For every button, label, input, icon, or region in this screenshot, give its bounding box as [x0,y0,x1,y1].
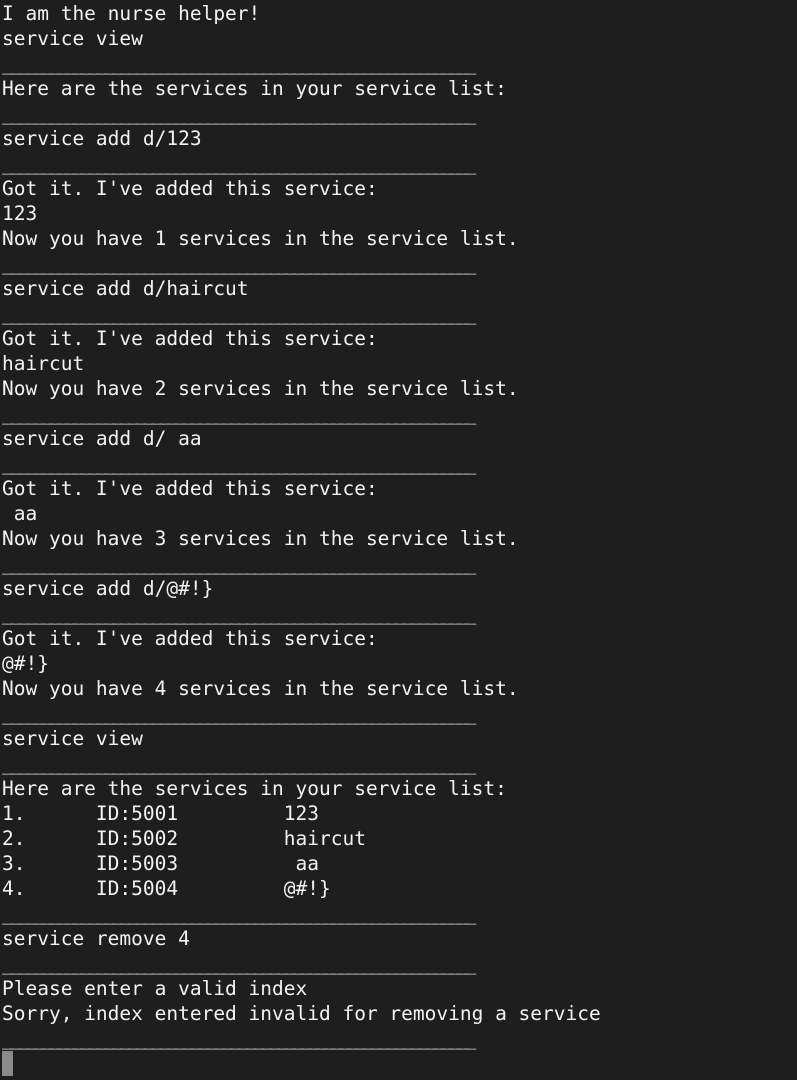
terminal-line: service add d/haircut [2,277,249,300]
separator-line: ________________________________________… [2,152,476,175]
separator-line: ________________________________________… [2,252,476,275]
terminal-output: I am the nurse helper! service view ______… [2,1,782,1076]
separator-line: ________________________________________… [2,902,476,925]
separator-line: ________________________________________… [2,952,476,975]
separator-line: ________________________________________… [2,52,476,75]
terminal-line: 3. ID:5003 aa [2,852,319,875]
terminal-line: 1. ID:5001 123 [2,802,319,825]
separator-line: ________________________________________… [2,452,476,475]
terminal-line: Got it. I've added this service: [2,177,378,200]
terminal-line: Sorry, index entered invalid for removin… [2,1002,601,1025]
terminal-line: Here are the services in your service li… [2,77,507,100]
separator-line: ________________________________________… [2,752,476,775]
terminal-line: Here are the services in your service li… [2,777,507,800]
terminal-line: Got it. I've added this service: [2,327,378,350]
separator-line: ________________________________________… [2,702,476,725]
terminal-line: Now you have 2 services in the service l… [2,377,519,400]
terminal-line: 123 [2,202,38,225]
terminal-line: service remove 4 [2,927,190,950]
terminal-line: Please enter a valid index [2,977,308,1000]
separator-line: ________________________________________… [2,1027,476,1050]
terminal-line: I am the nurse helper! [2,2,261,25]
terminal-line: service view [2,727,143,750]
text-cursor [2,1051,13,1076]
terminal-line: Got it. I've added this service: [2,477,378,500]
separator-line: ________________________________________… [2,402,476,425]
input-prompt-line[interactable] [2,1051,782,1076]
separator-line: ________________________________________… [2,602,476,625]
terminal-line: 4. ID:5004 @#!} [2,877,331,900]
terminal-line: Now you have 3 services in the service l… [2,527,519,550]
terminal-line: Now you have 4 services in the service l… [2,677,519,700]
terminal-line: service add d/@#!} [2,577,214,600]
terminal-line: haircut [2,352,85,375]
terminal-line: aa [2,502,38,525]
separator-line: ________________________________________… [2,302,476,325]
terminal-line: service add d/ aa [2,427,202,450]
terminal-line: 2. ID:5002 haircut [2,827,366,850]
terminal-line: Now you have 1 services in the service l… [2,227,519,250]
terminal-line: @#!} [2,652,49,675]
terminal-line: service view [2,27,143,50]
separator-line: ________________________________________… [2,102,476,125]
separator-line: ________________________________________… [2,552,476,575]
terminal-line: Got it. I've added this service: [2,627,378,650]
terminal-line: service add d/123 [2,127,202,150]
terminal-window[interactable]: I am the nurse helper! service view ______… [0,0,797,1080]
